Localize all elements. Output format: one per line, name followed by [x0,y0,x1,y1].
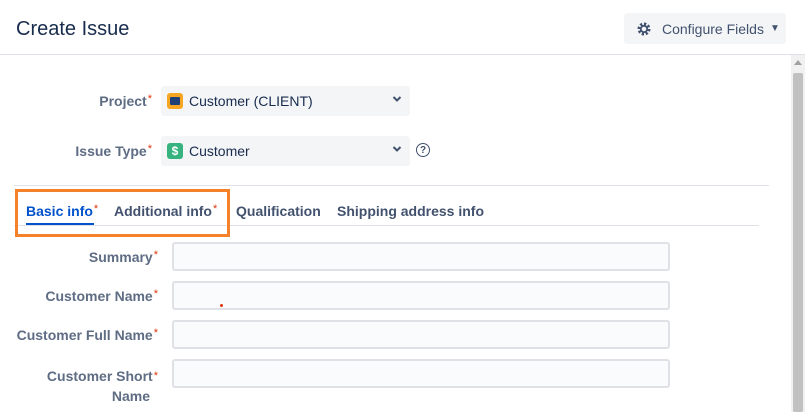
field-label-text: Customer Name [45,288,153,304]
required-marker: * [147,93,152,105]
customer-name-label: Customer Name* [10,288,158,304]
required-marker: * [147,143,152,155]
project-label-text: Project [99,93,147,109]
customer-short-name-input[interactable] [172,359,670,388]
tab-shipping-address-info[interactable]: Shipping address info [337,203,484,219]
summary-label: Summary* [10,249,158,265]
highlight-box [15,189,230,237]
issue-type-value: Customer [189,143,250,159]
customer-name-input[interactable] [172,281,670,310]
project-avatar-icon [167,93,183,109]
configure-fields-label: Configure Fields [662,20,764,37]
project-select[interactable]: Customer (CLIENT) [161,86,410,116]
dialog-header: Create Issue Configure Fields ▼ [0,0,805,55]
scrollbar-thumb[interactable] [793,73,803,412]
chevron-down-icon [392,96,402,102]
issue-type-select[interactable]: $ Customer [161,136,410,166]
gear-icon [637,22,651,35]
summary-input[interactable] [172,242,670,271]
chevron-down-icon [392,146,402,152]
required-marker: * [153,288,158,300]
customer-full-name-label: Customer Full Name* [10,327,158,343]
required-marker: * [153,327,158,339]
field-label-text: Customer Full Name [16,327,153,343]
caret-down-icon: ▼ [769,23,780,34]
required-marker: * [153,370,158,382]
dialog-title: Create Issue [16,18,130,40]
field-label-text: Summary [88,249,153,265]
project-value: Customer (CLIENT) [189,93,313,109]
tab-qualification[interactable]: Qualification [236,203,321,219]
issue-type-label: Issue Type* [60,143,152,159]
divider [14,185,769,186]
dollar-icon: $ [167,143,183,159]
project-label: Project* [60,93,152,109]
field-label-text: Customer Short [46,368,153,384]
field-label-line2: Name [111,388,150,404]
customer-short-name-label: Customer Short* Name [10,366,158,406]
configure-fields-button[interactable]: Configure Fields ▼ [624,13,786,44]
issue-type-label-text: Issue Type [75,143,147,159]
cursor-dot [220,304,223,307]
tab-label: Shipping address info [337,203,485,219]
help-icon[interactable]: ? [416,143,430,157]
customer-full-name-input[interactable] [172,320,670,349]
tab-label: Qualification [236,203,321,219]
scroll-up-arrow-icon[interactable] [794,60,802,65]
required-marker: * [153,249,158,261]
